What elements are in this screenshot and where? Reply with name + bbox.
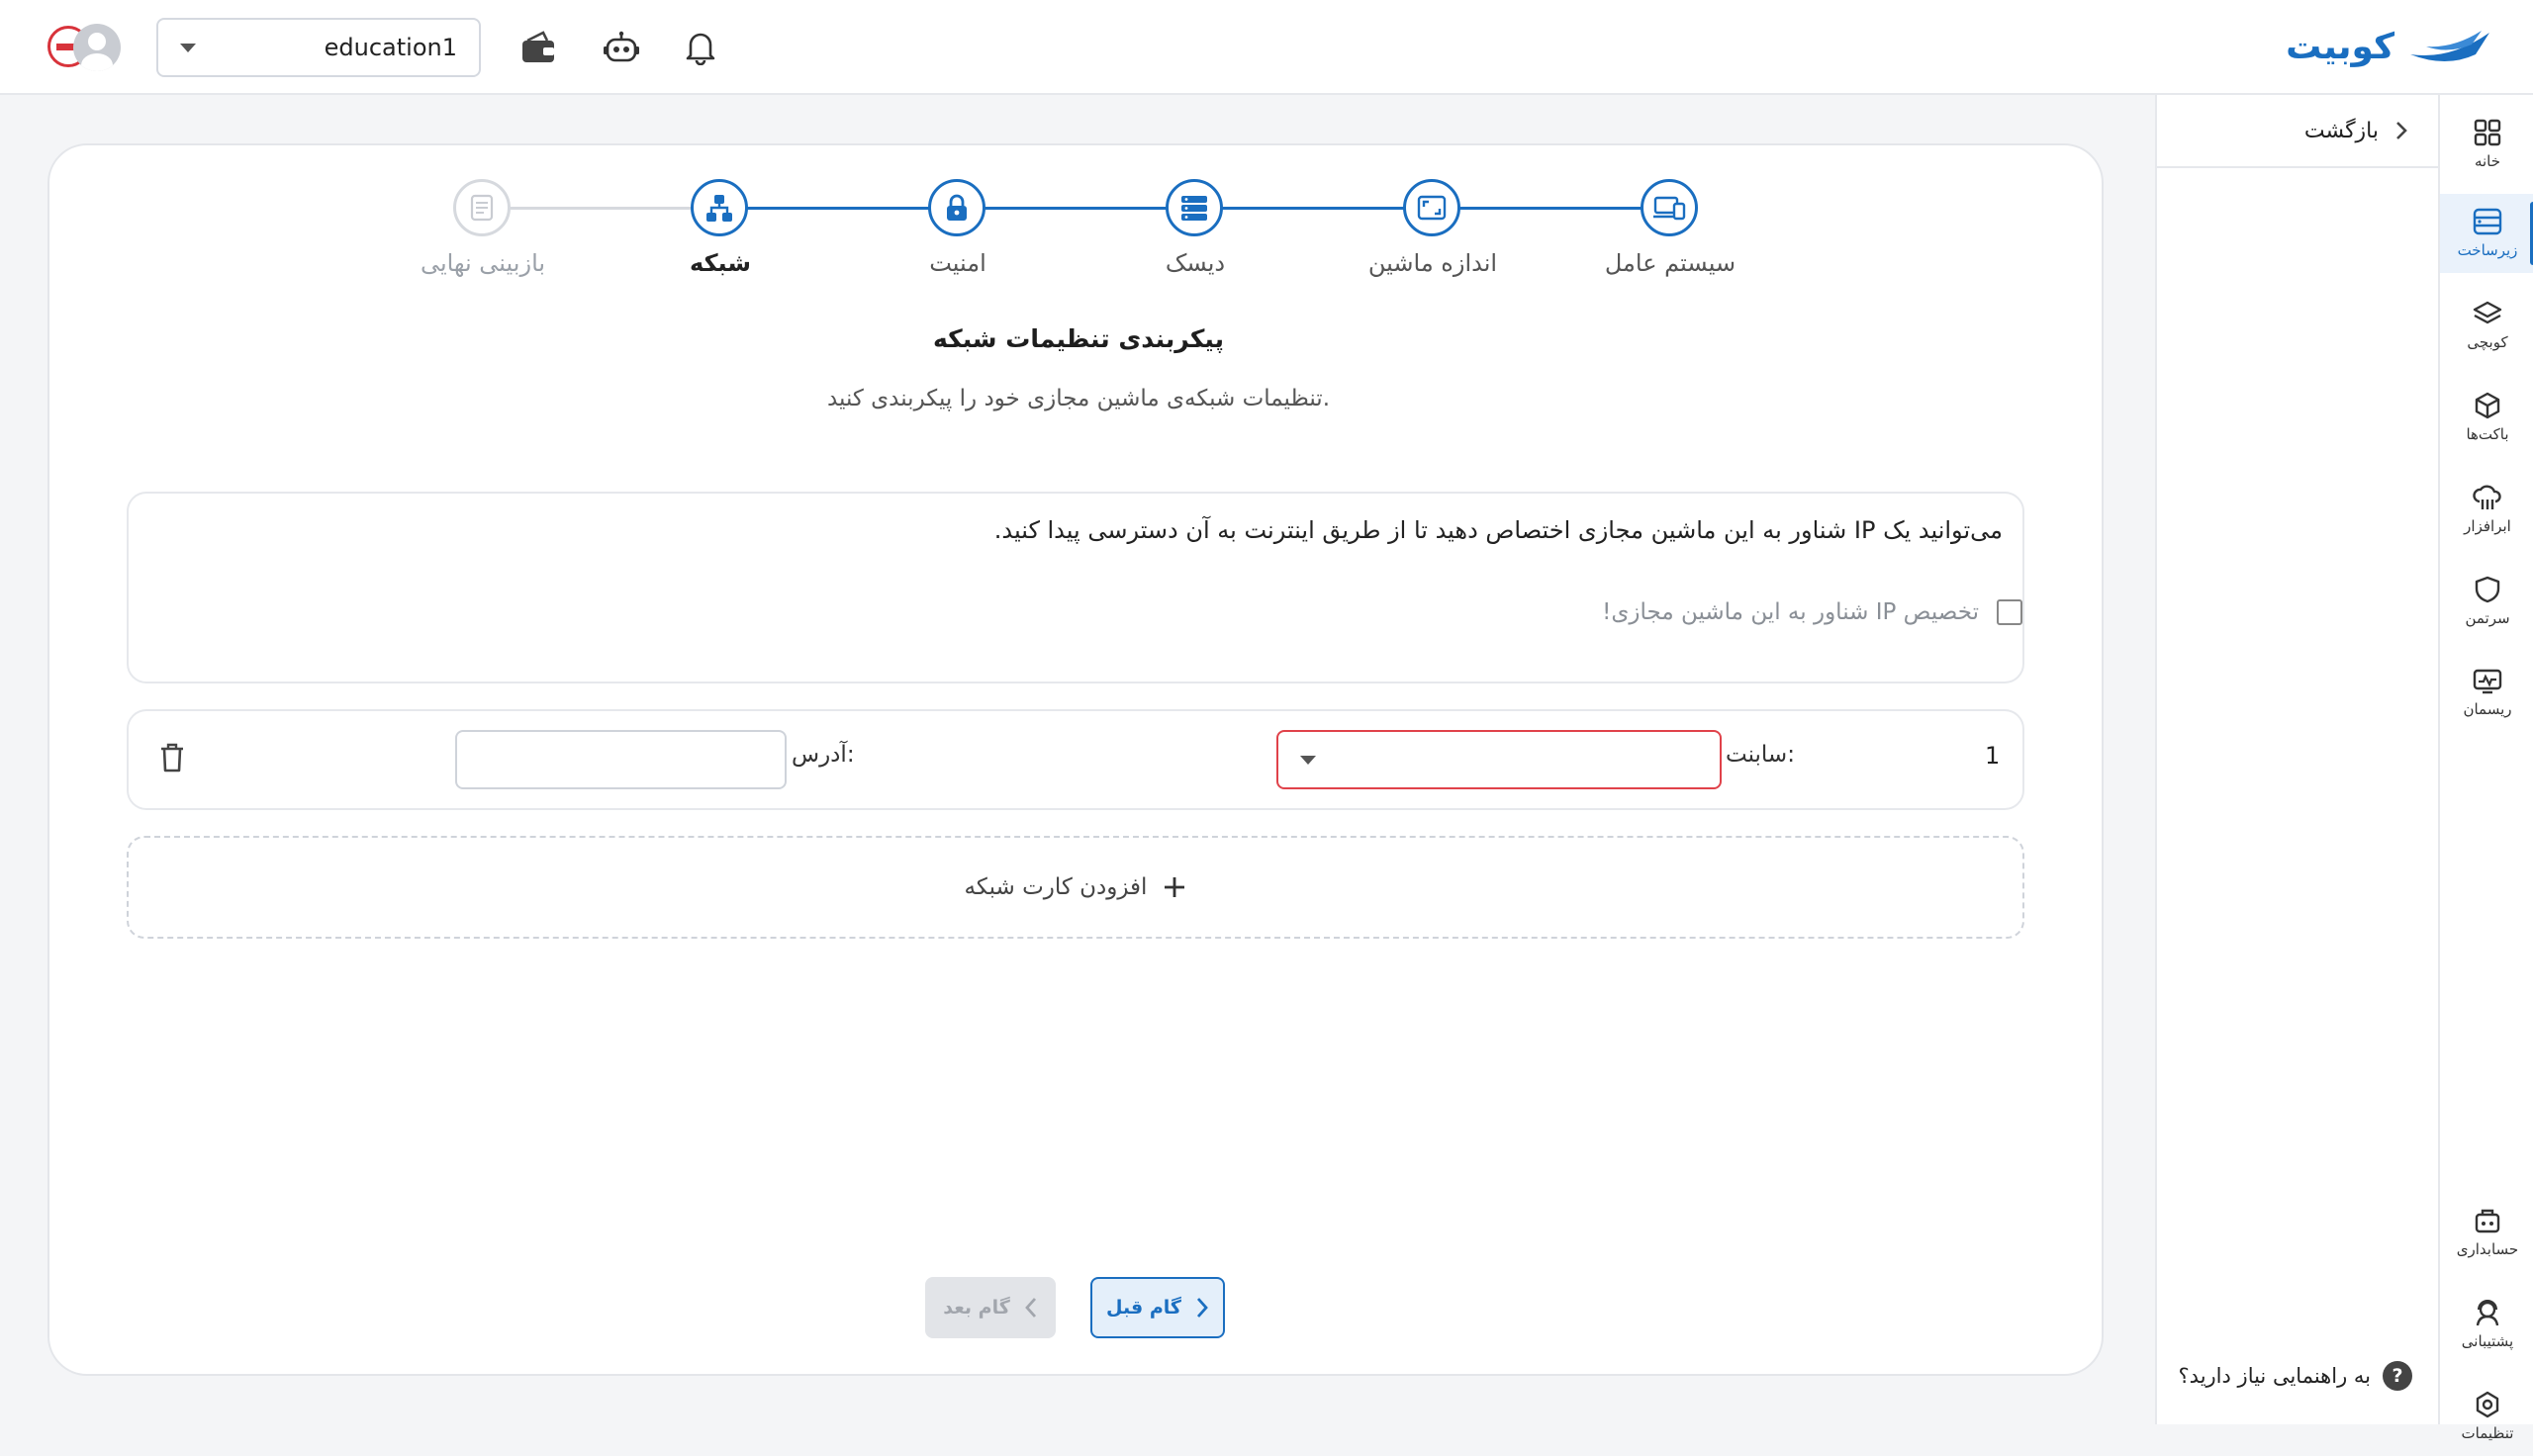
floating-ip-checkbox-row[interactable]: تخصیص IP شناور به این ماشین مجازی! (1602, 599, 2022, 625)
robot-assistant-icon[interactable] (594, 20, 649, 75)
floating-ip-checkbox[interactable] (1997, 599, 2022, 625)
next-step-button: گام بعد (925, 1277, 1056, 1338)
step-review (453, 179, 511, 236)
rail-item-home[interactable]: خانه (2440, 105, 2533, 184)
avatar (73, 24, 121, 71)
subnet-select[interactable] (1276, 730, 1722, 789)
subnet-label: سابنت: (1726, 742, 1795, 768)
layers-icon (2473, 301, 2502, 324)
page-title: پیکربندی تنظیمات شبکه (933, 324, 1224, 353)
prev-step-label: گام قبل (1106, 1297, 1181, 1319)
rail-item-buckets[interactable]: باکت‌ها (2440, 378, 2533, 457)
rail-label: تنظیمات (2461, 1424, 2514, 1442)
address-input[interactable] (455, 730, 787, 789)
rail-label: ریسمان (2463, 700, 2512, 718)
support-icon (2476, 1300, 2499, 1326)
brand-logo[interactable]: کوبیت (2286, 22, 2493, 71)
step-network-label: شبکه (690, 249, 751, 277)
add-nic-button[interactable]: افزودن کارت شبکه (127, 836, 2024, 939)
monitor-icon (2473, 669, 2502, 694)
devices-icon (1653, 196, 1686, 221)
rail-item-accounting[interactable]: حسابداری (2440, 1193, 2533, 1272)
box-icon (2475, 392, 2500, 419)
step-os-label: سیستم عامل (1604, 249, 1736, 277)
ship-logo-icon (2410, 31, 2489, 61)
plus-icon (1165, 877, 1185, 897)
disk-icon (1181, 196, 1207, 221)
step-network[interactable] (691, 179, 748, 236)
rail-label: ابرافزار (2464, 517, 2511, 535)
rail-label: باکت‌ها (2466, 425, 2509, 443)
help-label: به راهنمایی نیاز دارید؟ (2178, 1364, 2371, 1388)
rail-label: خانه (2474, 152, 2501, 170)
review-icon (470, 194, 494, 222)
step-machine-size[interactable] (1403, 179, 1460, 236)
shield-icon (2475, 576, 2500, 603)
trash-icon (161, 743, 183, 773)
lock-icon (947, 194, 967, 221)
chevron-down-icon (180, 43, 196, 52)
server-icon (2473, 208, 2502, 235)
project-select[interactable]: education1 (156, 18, 481, 77)
rail-label: سرتمن (2465, 609, 2510, 627)
accounting-icon (2475, 1209, 2500, 1233)
chevron-left-icon (1024, 1298, 1036, 1318)
step-disk[interactable] (1166, 179, 1223, 236)
grid-icon (2474, 119, 2501, 146)
back-label: بازگشت (2303, 118, 2379, 143)
sub-panel: بازگشت به راهنمایی نیاز دارید؟ ? (2155, 95, 2438, 1424)
right-nav-rail: خانه زیرساخت کوبچی باکت‌ها ابرافزار سرتم… (2438, 95, 2533, 1442)
chevron-right-icon (1196, 1298, 1208, 1318)
brand-name: کوبیت (2286, 26, 2394, 67)
rail-item-sartaman[interactable]: سرتمن (2440, 562, 2533, 641)
network-icon (706, 195, 732, 222)
rail-item-risman[interactable]: ریسمان (2440, 654, 2533, 733)
chevron-down-icon (1300, 755, 1316, 765)
stepper-pending-line (511, 207, 720, 210)
top-bar: کوبیت education1 (0, 0, 2533, 95)
back-button[interactable]: بازگشت (2157, 95, 2438, 168)
step-os[interactable] (1641, 179, 1698, 236)
wallet-icon[interactable] (511, 20, 566, 75)
rail-label: زیرساخت (2457, 241, 2518, 259)
nic-index: 1 (1985, 742, 2001, 770)
step-disk-label: دیسک (1165, 249, 1226, 277)
project-select-value: education1 (324, 34, 457, 61)
question-icon: ? (2383, 1361, 2412, 1391)
prev-step-button[interactable]: گام قبل (1090, 1277, 1225, 1338)
rail-label: پشتیبانی (2461, 1332, 2514, 1350)
help-link[interactable]: به راهنمایی نیاز دارید؟ ? (2179, 1361, 2412, 1391)
floating-ip-checkbox-label: تخصیص IP شناور به این ماشین مجازی! (1602, 599, 1979, 625)
rail-label: کوبچی (2467, 333, 2508, 351)
settings-icon (2476, 1391, 2499, 1418)
floating-ip-description: می‌توانید یک IP شناور به این ماشین مجازی… (993, 516, 2003, 544)
step-machine-size-label: اندازه ماشین (1367, 249, 1498, 277)
page-subtitle: تنظیمات شبکه‌ی ماشین مجازی خود را پیکربن… (826, 386, 1331, 411)
rail-item-cloud-apps[interactable]: ابرافزار (2440, 470, 2533, 549)
next-step-label: گام بعد (943, 1297, 1010, 1319)
rail-item-support[interactable]: پشتیبانی (2440, 1285, 2533, 1364)
rail-label: حسابداری (2456, 1240, 2519, 1258)
step-security[interactable] (928, 179, 985, 236)
step-review-label: بازبینی نهایی (420, 249, 546, 277)
chevron-right-icon (2396, 122, 2407, 139)
resize-icon (1417, 195, 1447, 221)
address-label: آدرس: (792, 742, 855, 768)
add-nic-label: افزودن کارت شبکه (964, 874, 1148, 900)
user-menu[interactable] (47, 24, 121, 71)
step-security-label: امنیت (929, 249, 986, 277)
notifications-bell-icon[interactable] (673, 20, 728, 75)
rail-item-kubchi[interactable]: کوبچی (2440, 286, 2533, 365)
rail-item-settings[interactable]: تنظیمات (2440, 1377, 2533, 1456)
cloud-app-icon (2473, 485, 2501, 509)
rail-item-infrastructure[interactable]: زیرساخت (2440, 194, 2533, 273)
delete-nic-button[interactable] (158, 742, 188, 775)
